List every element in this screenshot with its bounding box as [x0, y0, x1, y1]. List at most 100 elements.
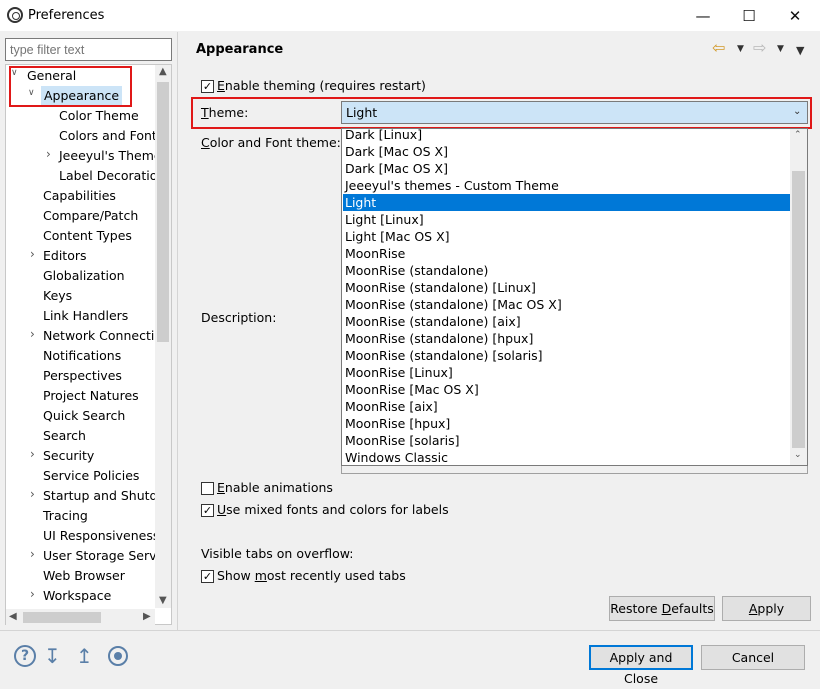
- tree-item-startup-and-shutdown[interactable]: Startup and Shutdown: [43, 486, 171, 506]
- expand-arrow-icon[interactable]: ›: [46, 147, 51, 161]
- page-title: Appearance: [196, 42, 284, 57]
- tree-item-quick-search[interactable]: Quick Search: [43, 406, 125, 426]
- enable-animations-checkbox[interactable]: [201, 482, 214, 495]
- tree-item-keys[interactable]: Keys: [43, 286, 72, 306]
- forward-arrow-icon[interactable]: ⇨: [753, 38, 766, 57]
- show-recent-tabs-label: Show most recently used tabs: [217, 568, 406, 583]
- scroll-up-icon[interactable]: ▲: [159, 66, 167, 77]
- theme-label: Theme:: [201, 105, 249, 120]
- tree-item-notifications[interactable]: Notifications: [43, 346, 121, 366]
- tree-item-network-connections[interactable]: Network Connections: [43, 326, 171, 346]
- expand-arrow-icon[interactable]: ›: [30, 247, 35, 261]
- restore-defaults-button[interactable]: Restore Defaults: [609, 596, 715, 621]
- theme-option[interactable]: Dark [Mac OS X]: [343, 143, 791, 160]
- mixed-fonts-label: Use mixed fonts and colors for labels: [217, 502, 449, 517]
- minimize-button[interactable]: —: [680, 2, 726, 30]
- record-icon[interactable]: [108, 646, 128, 666]
- back-arrow-icon[interactable]: ⇦: [712, 38, 725, 57]
- maximize-button[interactable]: ☐: [726, 2, 772, 30]
- enable-theming-label: Enable theming (requires restart): [217, 78, 426, 93]
- scroll-right-icon[interactable]: ▶: [143, 611, 151, 622]
- forward-history-dropdown-icon[interactable]: ▼: [777, 44, 784, 54]
- highlight-box-general: [9, 66, 132, 107]
- theme-combo[interactable]: Light: [341, 101, 808, 124]
- cancel-button[interactable]: Cancel: [701, 645, 805, 670]
- tree-item-color-theme[interactable]: Color Theme: [59, 106, 139, 126]
- import-icon[interactable]: ↧: [44, 644, 61, 668]
- theme-option[interactable]: Dark [Linux]: [343, 129, 791, 143]
- tree-item-content-types[interactable]: Content Types: [43, 226, 132, 246]
- tree-item-capabilities[interactable]: Capabilities: [43, 186, 116, 206]
- expand-arrow-icon[interactable]: ›: [30, 487, 35, 501]
- back-history-dropdown-icon[interactable]: ▼: [737, 44, 744, 54]
- close-button[interactable]: ✕: [772, 2, 818, 30]
- expand-arrow-icon[interactable]: ›: [30, 327, 35, 341]
- scroll-down-icon[interactable]: ▼: [159, 595, 167, 606]
- theme-option[interactable]: MoonRise (standalone): [343, 262, 791, 279]
- apply-and-close-button[interactable]: Apply and Close: [589, 645, 693, 686]
- tree-item-editors[interactable]: Editors: [43, 246, 87, 266]
- enable-theming-checkbox[interactable]: ✓: [201, 80, 214, 93]
- tree-item-ui-responsiveness[interactable]: UI Responsiveness: [43, 526, 159, 546]
- theme-option[interactable]: MoonRise (standalone) [aix]: [343, 313, 791, 330]
- view-menu-icon[interactable]: ▼: [796, 44, 804, 57]
- tree-item-perspectives[interactable]: Perspectives: [43, 366, 122, 386]
- theme-option[interactable]: MoonRise (standalone) [hpux]: [343, 330, 791, 347]
- help-icon[interactable]: ?: [14, 645, 36, 667]
- tree-item-compare-patch[interactable]: Compare/Patch: [43, 206, 138, 226]
- theme-option[interactable]: MoonRise: [343, 245, 791, 262]
- expand-arrow-icon[interactable]: ›: [30, 587, 35, 601]
- show-recent-tabs-checkbox[interactable]: ✓: [201, 570, 214, 583]
- tree-item-globalization[interactable]: Globalization: [43, 266, 125, 286]
- theme-option[interactable]: MoonRise [hpux]: [343, 415, 791, 432]
- record-dot: [114, 652, 122, 660]
- chevron-down-icon[interactable]: ⌄: [793, 106, 801, 117]
- theme-option[interactable]: Windows Classic: [343, 449, 791, 465]
- theme-option[interactable]: Light [Mac OS X]: [343, 228, 791, 245]
- tree-item-user-storage-service[interactable]: User Storage Service: [43, 546, 171, 566]
- expand-arrow-icon[interactable]: ›: [30, 447, 35, 461]
- tree-item-jeeeyuls-themes[interactable]: Jeeeyul's Themes: [59, 146, 168, 166]
- export-icon[interactable]: ↥: [76, 644, 93, 668]
- tree-item-project-natures[interactable]: Project Natures: [43, 386, 139, 406]
- tree-item-web-browser[interactable]: Web Browser: [43, 566, 125, 586]
- tree-item-security[interactable]: Security: [43, 446, 94, 466]
- theme-option[interactable]: MoonRise (standalone) [Mac OS X]: [343, 296, 791, 313]
- theme-option[interactable]: Jeeeyul's themes - Custom Theme: [343, 177, 791, 194]
- scroll-left-icon[interactable]: ◀: [9, 611, 17, 622]
- tree-hscroll-thumb[interactable]: [23, 612, 101, 623]
- theme-option[interactable]: MoonRise (standalone) [solaris]: [343, 347, 791, 364]
- theme-option[interactable]: MoonRise [aix]: [343, 398, 791, 415]
- theme-option[interactable]: MoonRise [Linux]: [343, 364, 791, 381]
- theme-option[interactable]: MoonRise (standalone) [Linux]: [343, 279, 791, 296]
- theme-option[interactable]: Dark [Mac OS X]: [343, 160, 791, 177]
- mixed-fonts-checkbox[interactable]: ✓: [201, 504, 214, 517]
- expand-arrow-icon[interactable]: ›: [30, 547, 35, 561]
- scroll-up-icon[interactable]: ⌃: [794, 130, 802, 140]
- eclipse-app-icon: [7, 7, 23, 23]
- window-title: Preferences: [28, 8, 105, 23]
- filter-input[interactable]: [5, 38, 172, 61]
- tree-item-tracing[interactable]: Tracing: [43, 506, 88, 526]
- footer-divider: [0, 630, 820, 631]
- panel-divider: [177, 32, 178, 630]
- description-label: Description:: [201, 310, 277, 325]
- apply-button[interactable]: Apply: [722, 596, 811, 621]
- theme-option-selected[interactable]: Light: [343, 194, 791, 211]
- tree-scroll-thumb[interactable]: [157, 82, 169, 342]
- preference-tree: ∨ General ∨ Appearance Color Theme Color…: [5, 64, 172, 625]
- dropdown-scroll-thumb[interactable]: [792, 171, 805, 448]
- visible-tabs-label: Visible tabs on overflow:: [201, 546, 354, 561]
- tree-item-workspace[interactable]: Workspace: [43, 586, 111, 606]
- color-font-theme-label: Color and Font theme:: [201, 135, 341, 150]
- tree-item-service-policies[interactable]: Service Policies: [43, 466, 139, 486]
- theme-option[interactable]: MoonRise [solaris]: [343, 432, 791, 449]
- theme-dropdown-list: Dark [Linux] Dark [Mac OS X] Dark [Mac O…: [341, 128, 808, 466]
- tree-item-colors-and-fonts[interactable]: Colors and Fonts: [59, 126, 163, 146]
- theme-option[interactable]: MoonRise [Mac OS X]: [343, 381, 791, 398]
- scroll-down-icon[interactable]: ⌄: [794, 450, 802, 460]
- enable-animations-label: Enable animations: [217, 480, 333, 495]
- tree-item-search[interactable]: Search: [43, 426, 86, 446]
- tree-item-link-handlers[interactable]: Link Handlers: [43, 306, 128, 326]
- theme-option[interactable]: Light [Linux]: [343, 211, 791, 228]
